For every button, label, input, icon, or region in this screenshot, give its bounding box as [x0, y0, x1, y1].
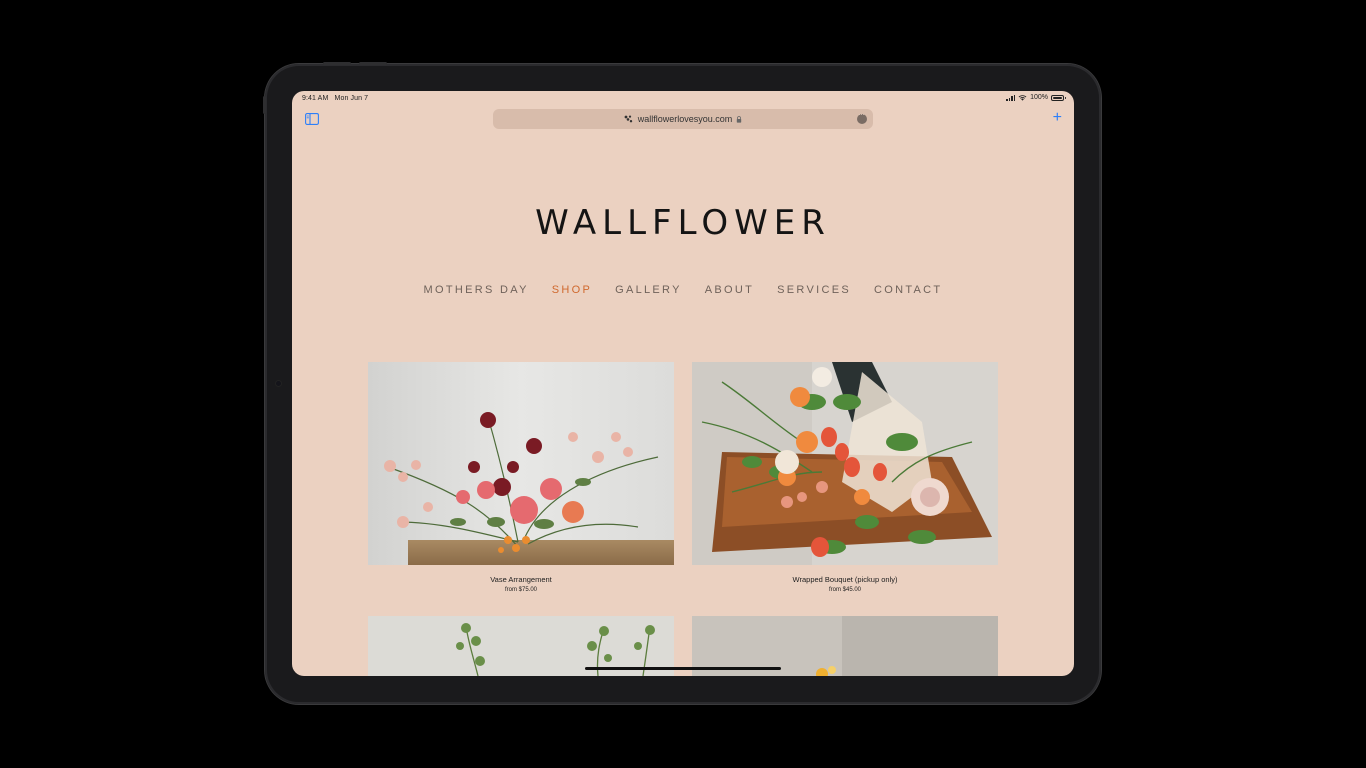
- status-indicators: 100%: [1006, 94, 1066, 101]
- battery-percent: 100%: [1030, 94, 1048, 101]
- url-text: wallflowerlovesyou.com: [637, 114, 733, 124]
- cellular-signal-icon: [1006, 94, 1016, 101]
- volume-button: [263, 96, 266, 114]
- site-nav: MOTHERS DAY SHOP GALLERY ABOUT SERVICES …: [292, 284, 1074, 296]
- top-button: [359, 62, 387, 65]
- plus-icon[interactable]: +: [1053, 110, 1062, 126]
- product-name[interactable]: Wrapped Bouquet (pickup only): [692, 575, 998, 584]
- home-indicator[interactable]: [585, 667, 781, 670]
- more-icon[interactable]: [857, 110, 867, 124]
- status-bar: 9:41 AM Mon Jun 7 100%: [292, 91, 1074, 107]
- address-bar[interactable]: wallflowerlovesyou.com: [493, 109, 873, 129]
- nav-mothers-day[interactable]: MOTHERS DAY: [424, 284, 529, 296]
- vase-arrangement-image: [368, 362, 674, 565]
- ipad-screen: 9:41 AM Mon Jun 7 100% wallflowerlovesyo…: [292, 91, 1074, 676]
- product-image[interactable]: [692, 362, 998, 565]
- nav-contact[interactable]: CONTACT: [874, 284, 942, 296]
- product-price: from $75.00: [504, 587, 538, 593]
- nav-gallery[interactable]: GALLERY: [615, 284, 682, 296]
- nav-shop[interactable]: SHOP: [552, 284, 592, 296]
- wrapped-bouquet-image: [692, 362, 998, 565]
- sidebar-icon[interactable]: [305, 113, 319, 125]
- product-card[interactable]: Wrapped Bouquet (pickup only) from $45.0…: [692, 362, 998, 593]
- nav-about[interactable]: ABOUT: [705, 284, 754, 296]
- front-camera: [276, 381, 281, 386]
- product-card[interactable]: Vase Arrangement from $75.00: [368, 362, 674, 593]
- clock: 9:41 AM: [302, 95, 329, 102]
- wifi-icon: [1018, 94, 1027, 101]
- product-image[interactable]: [368, 362, 674, 565]
- date: Mon Jun 7: [334, 95, 369, 102]
- lock-icon: [737, 115, 742, 123]
- url-display[interactable]: wallflowerlovesyou.com: [624, 114, 743, 124]
- status-time: 9:41 AM Mon Jun 7: [302, 95, 368, 102]
- site-icon: [624, 115, 632, 123]
- product-price: from $45.00: [828, 587, 862, 593]
- battery-icon: [1051, 94, 1066, 101]
- top-button: [323, 62, 351, 65]
- nav-services[interactable]: SERVICES: [777, 284, 851, 296]
- site-logo[interactable]: WALLFLOWER: [292, 203, 1074, 243]
- product-name[interactable]: Vase Arrangement: [368, 575, 674, 584]
